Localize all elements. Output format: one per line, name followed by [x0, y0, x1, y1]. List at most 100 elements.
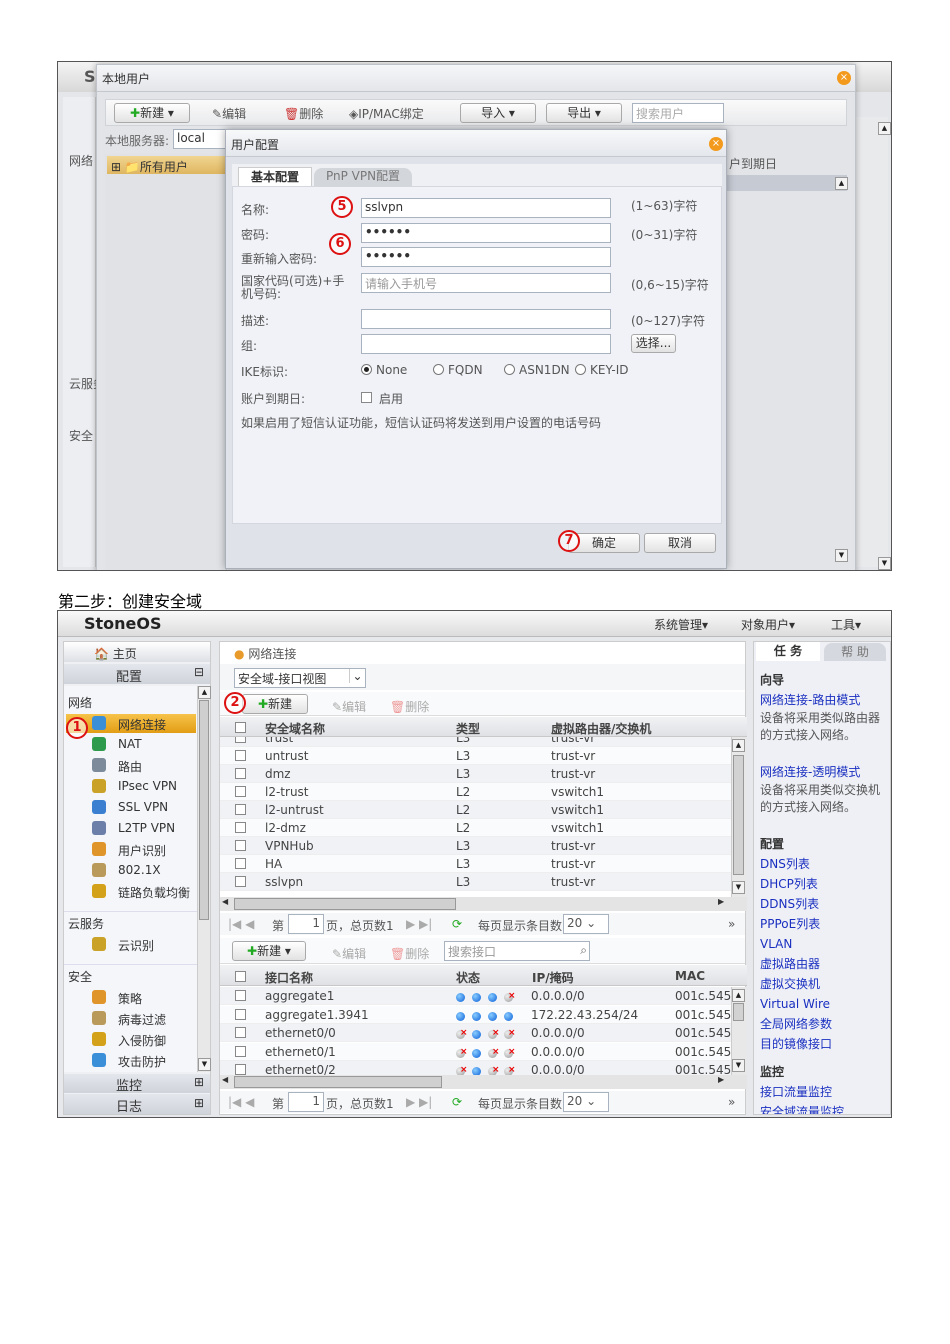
- tab-pnp-vpn-config[interactable]: PnP VPN配置: [314, 168, 412, 186]
- ike-radio-none[interactable]: None: [361, 363, 407, 377]
- config-link[interactable]: 全局网络参数: [760, 1014, 890, 1034]
- scroll-down-button[interactable]: ▼: [198, 1058, 211, 1071]
- group-select-button[interactable]: 选择...: [631, 334, 676, 353]
- ike-radio-asn1dn[interactable]: ASN1DN: [504, 363, 570, 377]
- interface-row[interactable]: aggregate1.3941 172.22.43.254/24 001c.545: [220, 1005, 732, 1024]
- scroll-down-button[interactable]: ▼: [835, 549, 848, 562]
- view-select[interactable]: 安全域-接口视图 ⌄: [234, 668, 366, 688]
- sidebar-item[interactable]: 策略: [66, 988, 196, 1007]
- sidebar-item[interactable]: 链路负载均衡: [66, 882, 196, 901]
- sidebar-item[interactable]: 入侵防御: [66, 1030, 196, 1049]
- config-link[interactable]: VLAN: [760, 934, 890, 954]
- sidebar-item[interactable]: 802.1X: [66, 861, 196, 880]
- wizard-link[interactable]: 网络连接-透明模式: [760, 762, 890, 782]
- config-link[interactable]: DHCP列表: [760, 874, 890, 894]
- zone-row[interactable]: l2-trust L2 vswitch1: [220, 783, 732, 801]
- pager-next-last[interactable]: ▶ ▶|: [406, 917, 432, 931]
- config-link[interactable]: PPPoE列表: [760, 914, 890, 934]
- edit-button[interactable]: ✎编辑: [212, 105, 246, 122]
- row-checkbox[interactable]: [235, 822, 246, 833]
- confirm-password-input[interactable]: ••••••: [361, 247, 611, 267]
- zone-row[interactable]: sslvpn L3 trust-vr: [220, 873, 732, 891]
- select-all-checkbox[interactable]: [235, 971, 246, 982]
- more-button[interactable]: »: [728, 917, 735, 931]
- horizontal-scrollbar[interactable]: ◀ ▶: [220, 897, 747, 911]
- scroll-up-button[interactable]: ▲: [198, 686, 211, 699]
- zone-edit-button[interactable]: ✎编辑: [332, 698, 366, 715]
- new-button[interactable]: ✚新建 ▾: [114, 103, 190, 123]
- description-input[interactable]: [361, 309, 611, 329]
- config-link[interactable]: 虚拟路由器: [760, 954, 890, 974]
- zone-row[interactable]: l2-dmz L2 vswitch1: [220, 819, 732, 837]
- tab-help[interactable]: 帮 助: [824, 643, 886, 661]
- row-checkbox[interactable]: [235, 1045, 246, 1057]
- zone-row[interactable]: trust L3 trust-vr: [220, 737, 732, 747]
- row-checkbox[interactable]: [235, 737, 246, 743]
- sidebar-item[interactable]: 病毒过滤: [66, 1009, 196, 1028]
- sidebar-home[interactable]: 🏠 主页: [64, 642, 210, 662]
- server-field[interactable]: local: [173, 129, 233, 149]
- select-all-checkbox[interactable]: [235, 722, 246, 733]
- row-checkbox[interactable]: [235, 768, 246, 779]
- row-checkbox[interactable]: [235, 876, 246, 887]
- ike-radio-key-id[interactable]: KEY-ID: [575, 363, 628, 377]
- interface-row[interactable]: aggregate10.0.0.0/0001c.545: [220, 987, 732, 1005]
- scroll-down-button[interactable]: ▼: [732, 1059, 745, 1072]
- sidebar-item[interactable]: IPsec VPN: [66, 777, 196, 796]
- horizontal-scrollbar[interactable]: ◀ ▶: [220, 1075, 747, 1089]
- zone-new-button[interactable]: ✚新建: [242, 694, 308, 714]
- monitor-link[interactable]: 接口流量监控: [760, 1082, 890, 1102]
- column-header[interactable]: 虚拟路由器/交换机: [551, 720, 651, 737]
- sidebar-item[interactable]: 攻击防护: [66, 1051, 196, 1070]
- row-checkbox[interactable]: [235, 990, 246, 1001]
- phone-input[interactable]: 请输入手机号: [361, 273, 611, 293]
- row-checkbox[interactable]: [235, 858, 246, 869]
- row-checkbox[interactable]: [235, 786, 246, 797]
- pager-first-prev[interactable]: |◀ ◀: [228, 1095, 254, 1109]
- row-checkbox[interactable]: [235, 840, 246, 851]
- row-checkbox[interactable]: [235, 750, 246, 761]
- config-link[interactable]: 目的镜像接口: [760, 1034, 890, 1054]
- expire-enable-checkbox[interactable]: [361, 392, 372, 403]
- wizard-link[interactable]: 网络连接-路由模式: [760, 690, 890, 710]
- column-header[interactable]: IP/掩码: [532, 969, 574, 986]
- scrollbar-thumb[interactable]: [733, 1003, 744, 1021]
- zone-row[interactable]: VPNHub L3 trust-vr: [220, 837, 732, 855]
- config-link[interactable]: Virtual Wire: [760, 994, 890, 1014]
- close-icon[interactable]: ×: [709, 137, 723, 151]
- tab-tasks[interactable]: 任 务: [756, 642, 820, 661]
- refresh-icon[interactable]: ⟳: [452, 917, 462, 931]
- sidebar-monitor-header[interactable]: 监控 ⊞: [64, 1074, 210, 1094]
- if-new-button[interactable]: ✚新建 ▾: [232, 941, 306, 961]
- search-interface-input[interactable]: 搜索接口 ⌕: [444, 941, 590, 961]
- column-header[interactable]: 安全域名称: [265, 720, 325, 737]
- per-page-select[interactable]: 20 ⌄: [563, 1092, 609, 1112]
- scroll-up-button[interactable]: ▲: [835, 177, 848, 190]
- search-user-input[interactable]: 搜索用户: [632, 103, 724, 123]
- tree-item-all-users[interactable]: ⊞ 📁所有用户: [107, 156, 225, 174]
- pager-first-prev[interactable]: |◀ ◀: [228, 917, 254, 931]
- menu-system[interactable]: 系统管理▾: [654, 616, 708, 633]
- interface-row[interactable]: ethernet0/20.0.0.0/0001c.545: [220, 1061, 732, 1075]
- scrollbar-thumb[interactable]: [199, 700, 209, 920]
- scrollbar-thumb[interactable]: [733, 755, 744, 875]
- page-input[interactable]: 1: [288, 1092, 324, 1112]
- import-button[interactable]: 导入 ▾: [460, 103, 536, 123]
- zone-delete-button[interactable]: 🗑删除: [390, 698, 429, 715]
- zone-row[interactable]: dmz L3 trust-vr: [220, 765, 732, 783]
- sidebar-log-header[interactable]: 日志 ⊞: [64, 1094, 210, 1115]
- config-link[interactable]: 虚拟交换机: [760, 974, 890, 994]
- column-header[interactable]: MAC: [675, 969, 705, 983]
- more-button[interactable]: »: [728, 1095, 735, 1109]
- zone-row[interactable]: l2-untrust L2 vswitch1: [220, 801, 732, 819]
- cancel-button[interactable]: 取消: [644, 533, 716, 553]
- row-checkbox[interactable]: [235, 1027, 246, 1038]
- close-icon[interactable]: ×: [837, 71, 851, 85]
- scroll-down-button[interactable]: ▼: [732, 881, 745, 894]
- page-input[interactable]: 1: [288, 914, 324, 934]
- sidebar-item[interactable]: SSL VPN: [66, 798, 196, 817]
- row-checkbox[interactable]: [235, 1064, 246, 1075]
- sidebar-item[interactable]: 用户识别: [66, 840, 196, 859]
- scroll-up-button[interactable]: ▲: [732, 989, 745, 1002]
- if-edit-button[interactable]: ✎编辑: [332, 945, 366, 962]
